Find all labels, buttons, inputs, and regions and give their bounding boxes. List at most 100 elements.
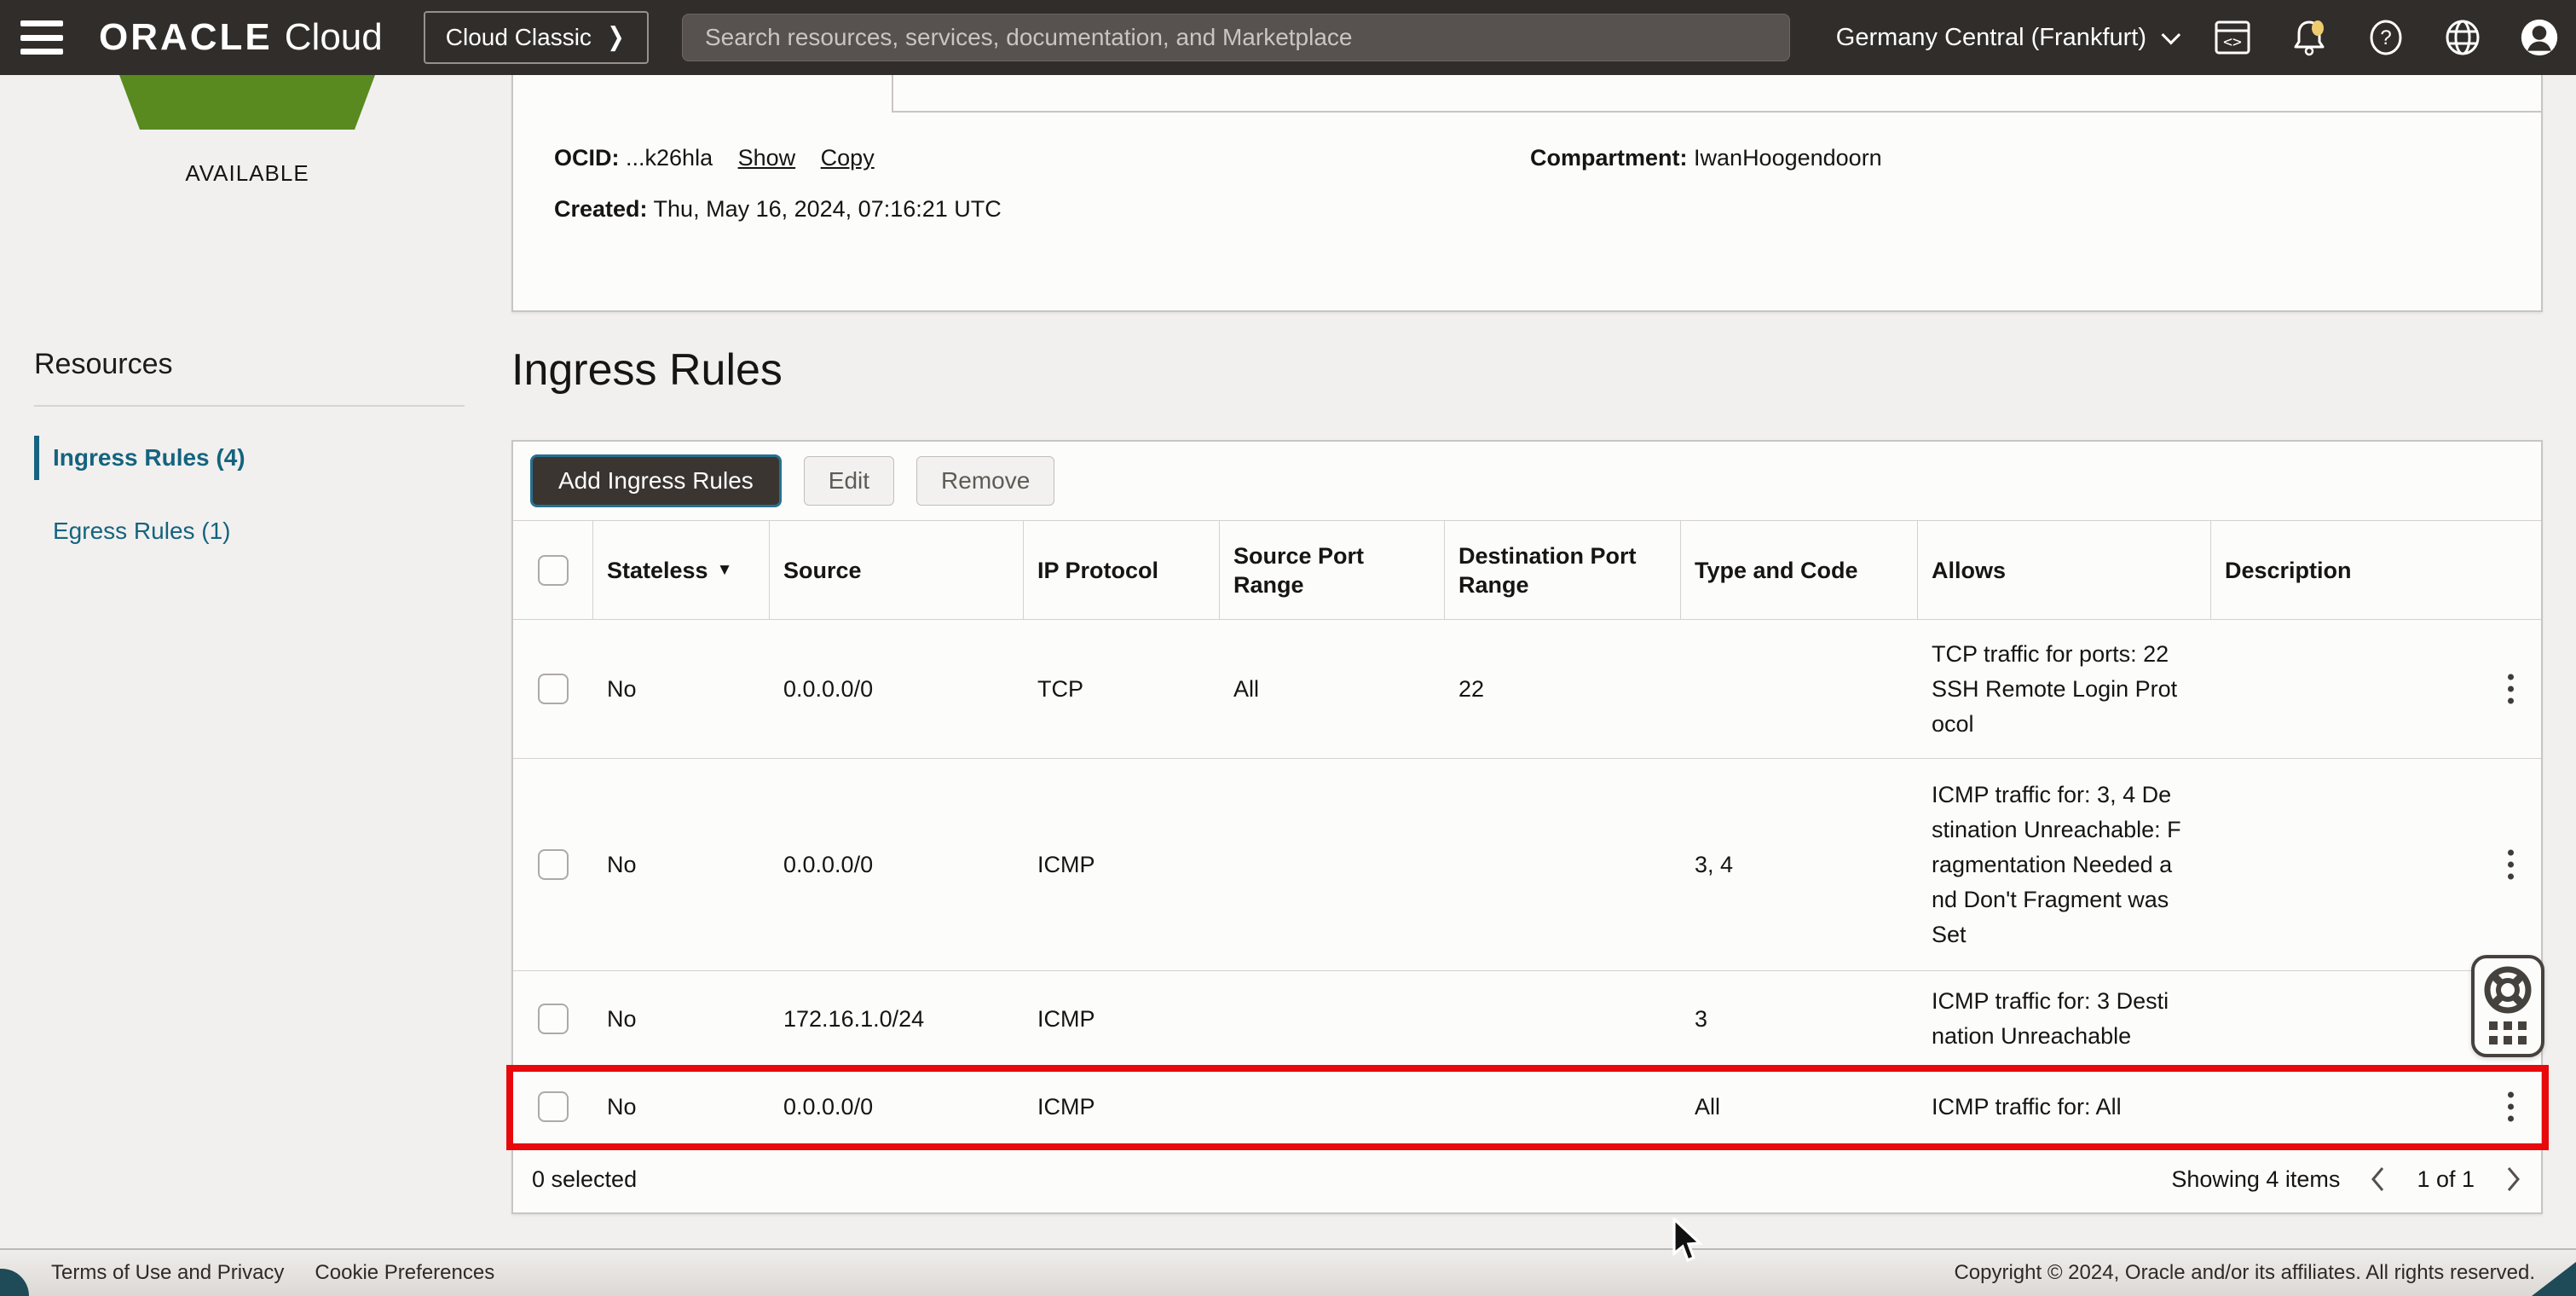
compartment-row: Compartment: IwanHoogendoorn [1530, 145, 1882, 171]
globe-language-icon[interactable] [2443, 18, 2482, 57]
page-footer: Terms of Use and Privacy Cookie Preferen… [0, 1248, 2576, 1296]
resources-panel: Resources Ingress Rules (4) Egress Rules… [34, 348, 465, 553]
footer-corner-decoration-left [0, 1269, 29, 1296]
cell-ip-protocol: ICMP [1037, 1005, 1095, 1032]
column-header-destination-port-range: Destination Port Range [1445, 521, 1681, 619]
table-footer: 0 selected Showing 4 items 1 of 1 [513, 1147, 2541, 1212]
cell-allows: TCP traffic for ports: 22 SSH Remote Log… [1932, 640, 2178, 737]
profile-avatar-icon[interactable] [2520, 18, 2559, 57]
table-row-highlighted[interactable]: No 0.0.0.0/0 ICMP All ICMP traffic for: … [513, 1067, 2541, 1147]
region-selector[interactable]: Germany Central (Frankfurt) [1836, 24, 2181, 52]
sort-arrow-icon[interactable]: ▼ [717, 556, 733, 585]
oracle-cloud-console: ORACLE Cloud Cloud Classic ❯ Germany Cen… [0, 0, 2576, 1296]
selected-count: 0 selected [532, 1166, 638, 1192]
hamburger-menu-icon[interactable] [20, 20, 63, 55]
cell-dest-port: 22 [1458, 675, 1485, 702]
created-row: Created: Thu, May 16, 2024, 07:16:21 UTC [554, 196, 1002, 223]
next-page-chevron-icon[interactable] [2504, 1165, 2522, 1194]
ingress-rules-link[interactable]: Ingress Rules (4) [53, 444, 245, 472]
ocid-value: ...k26hla [626, 145, 713, 171]
cell-ip-protocol: ICMP [1037, 851, 1095, 877]
table-toolbar: Add Ingress Rules Edit Remove [513, 442, 2541, 521]
egress-rules-link[interactable]: Egress Rules (1) [53, 518, 231, 545]
search-input[interactable] [682, 14, 1790, 61]
add-ingress-rules-button[interactable]: Add Ingress Rules [530, 454, 782, 507]
cell-source: 0.0.0.0/0 [783, 675, 874, 702]
row-actions-kebab-icon[interactable] [2503, 845, 2519, 885]
created-value: Thu, May 16, 2024, 07:16:21 UTC [653, 196, 1002, 222]
table-row[interactable]: No 172.16.1.0/24 ICMP 3 ICMP traffic for… [513, 971, 2541, 1067]
cell-stateless: No [607, 1093, 637, 1120]
tab-panel-edge-vertical [892, 75, 893, 111]
select-all-cell [513, 521, 593, 619]
global-search [682, 14, 1790, 61]
edit-button[interactable]: Edit [803, 456, 895, 506]
cloud-classic-button[interactable]: Cloud Classic ❯ [423, 11, 650, 64]
page-title: Ingress Rules [511, 345, 783, 395]
status-hexagon-badge [119, 75, 375, 130]
cell-allows: ICMP traffic for: All [1932, 1093, 2122, 1120]
column-header-description: Description [2225, 557, 2352, 583]
row-checkbox[interactable] [538, 849, 569, 880]
ingress-rules-table-card: Add Ingress Rules Edit Remove Stateless ▼… [511, 440, 2543, 1214]
svg-text:<>: <> [2223, 33, 2242, 51]
cell-stateless: No [607, 675, 637, 702]
topbar-right-controls: Germany Central (Frankfurt) <> ? [1836, 0, 2559, 75]
logo-cloud-text: Cloud [284, 16, 383, 58]
table-row[interactable]: No 0.0.0.0/0 TCP All 22 TCP traffic for … [513, 620, 2541, 759]
cell-allows: ICMP traffic for: 3, 4 De stination Unre… [1932, 781, 2181, 947]
row-checkbox[interactable] [538, 1091, 569, 1122]
tab-panel-edge [892, 111, 2541, 113]
status-label: AVAILABLE [185, 160, 309, 186]
logo-oracle-text: ORACLE [99, 16, 273, 58]
ocid-label: OCID: [554, 145, 620, 171]
security-list-details-card: OCID: ...k26hla Show Copy Created: Thu, … [511, 75, 2543, 312]
cloud-classic-label: Cloud Classic [445, 24, 592, 50]
active-indicator-bar [34, 436, 39, 480]
help-icon[interactable]: ? [2366, 18, 2406, 57]
column-header-stateless[interactable]: Stateless ▼ [593, 521, 770, 619]
ocid-copy-link[interactable]: Copy [821, 145, 875, 171]
footer-corner-decoration-right [2532, 1262, 2576, 1296]
column-header-source-port-range: Source Port Range [1220, 521, 1445, 619]
compartment-value: IwanHoogendoorn [1694, 145, 1882, 171]
floating-help-widget[interactable] [2471, 955, 2544, 1057]
select-all-checkbox[interactable] [537, 554, 569, 586]
prev-page-chevron-icon[interactable] [2369, 1165, 2388, 1194]
terms-of-use-link[interactable]: Terms of Use and Privacy [51, 1261, 284, 1285]
cell-type-code: All [1695, 1093, 1721, 1120]
cookie-preferences-link[interactable]: Cookie Preferences [315, 1261, 494, 1285]
cell-type-code: 3, 4 [1695, 851, 1734, 877]
app-launcher-grid-icon[interactable] [2489, 1021, 2527, 1044]
created-label: Created: [554, 196, 648, 222]
row-checkbox[interactable] [538, 674, 569, 704]
pagination: Showing 4 items 1 of 1 [2171, 1165, 2522, 1194]
resources-divider [34, 405, 465, 407]
sidebar-item-ingress-rules[interactable]: Ingress Rules (4) [34, 436, 465, 480]
row-actions-kebab-icon[interactable] [2503, 669, 2519, 709]
column-header-ip-protocol: IP Protocol [1024, 521, 1220, 619]
notifications-bell-icon[interactable] [2290, 18, 2329, 57]
oracle-cloud-logo[interactable]: ORACLE Cloud [99, 16, 383, 59]
cell-source-port: All [1233, 675, 1260, 702]
showing-items-text: Showing 4 items [2171, 1166, 2341, 1192]
svg-text:?: ? [2380, 26, 2391, 49]
cell-ip-protocol: TCP [1037, 675, 1083, 702]
ocid-show-link[interactable]: Show [738, 145, 796, 171]
cell-ip-protocol: ICMP [1037, 1093, 1095, 1120]
row-actions-kebab-icon[interactable] [2503, 1087, 2519, 1127]
column-header-allows: Allows [1918, 521, 2211, 619]
page-indicator: 1 of 1 [2417, 1166, 2475, 1192]
column-header-type-and-code: Type and Code [1681, 521, 1918, 619]
copyright-text: Copyright © 2024, Oracle and/or its affi… [1954, 1261, 2535, 1284]
sidebar-item-egress-rules[interactable]: Egress Rules (1) [34, 509, 465, 553]
cell-source: 0.0.0.0/0 [783, 851, 874, 877]
compartment-label: Compartment: [1530, 145, 1688, 171]
table-row[interactable]: No 0.0.0.0/0 ICMP 3, 4 ICMP traffic for:… [513, 759, 2541, 971]
chevron-right-icon: ❯ [607, 23, 625, 51]
developer-tools-icon[interactable]: <> [2213, 18, 2252, 57]
cell-type-code: 3 [1695, 1005, 1708, 1032]
remove-button[interactable]: Remove [916, 456, 1055, 506]
life-ring-help-icon[interactable] [2483, 965, 2533, 1015]
row-checkbox[interactable] [538, 1004, 569, 1034]
